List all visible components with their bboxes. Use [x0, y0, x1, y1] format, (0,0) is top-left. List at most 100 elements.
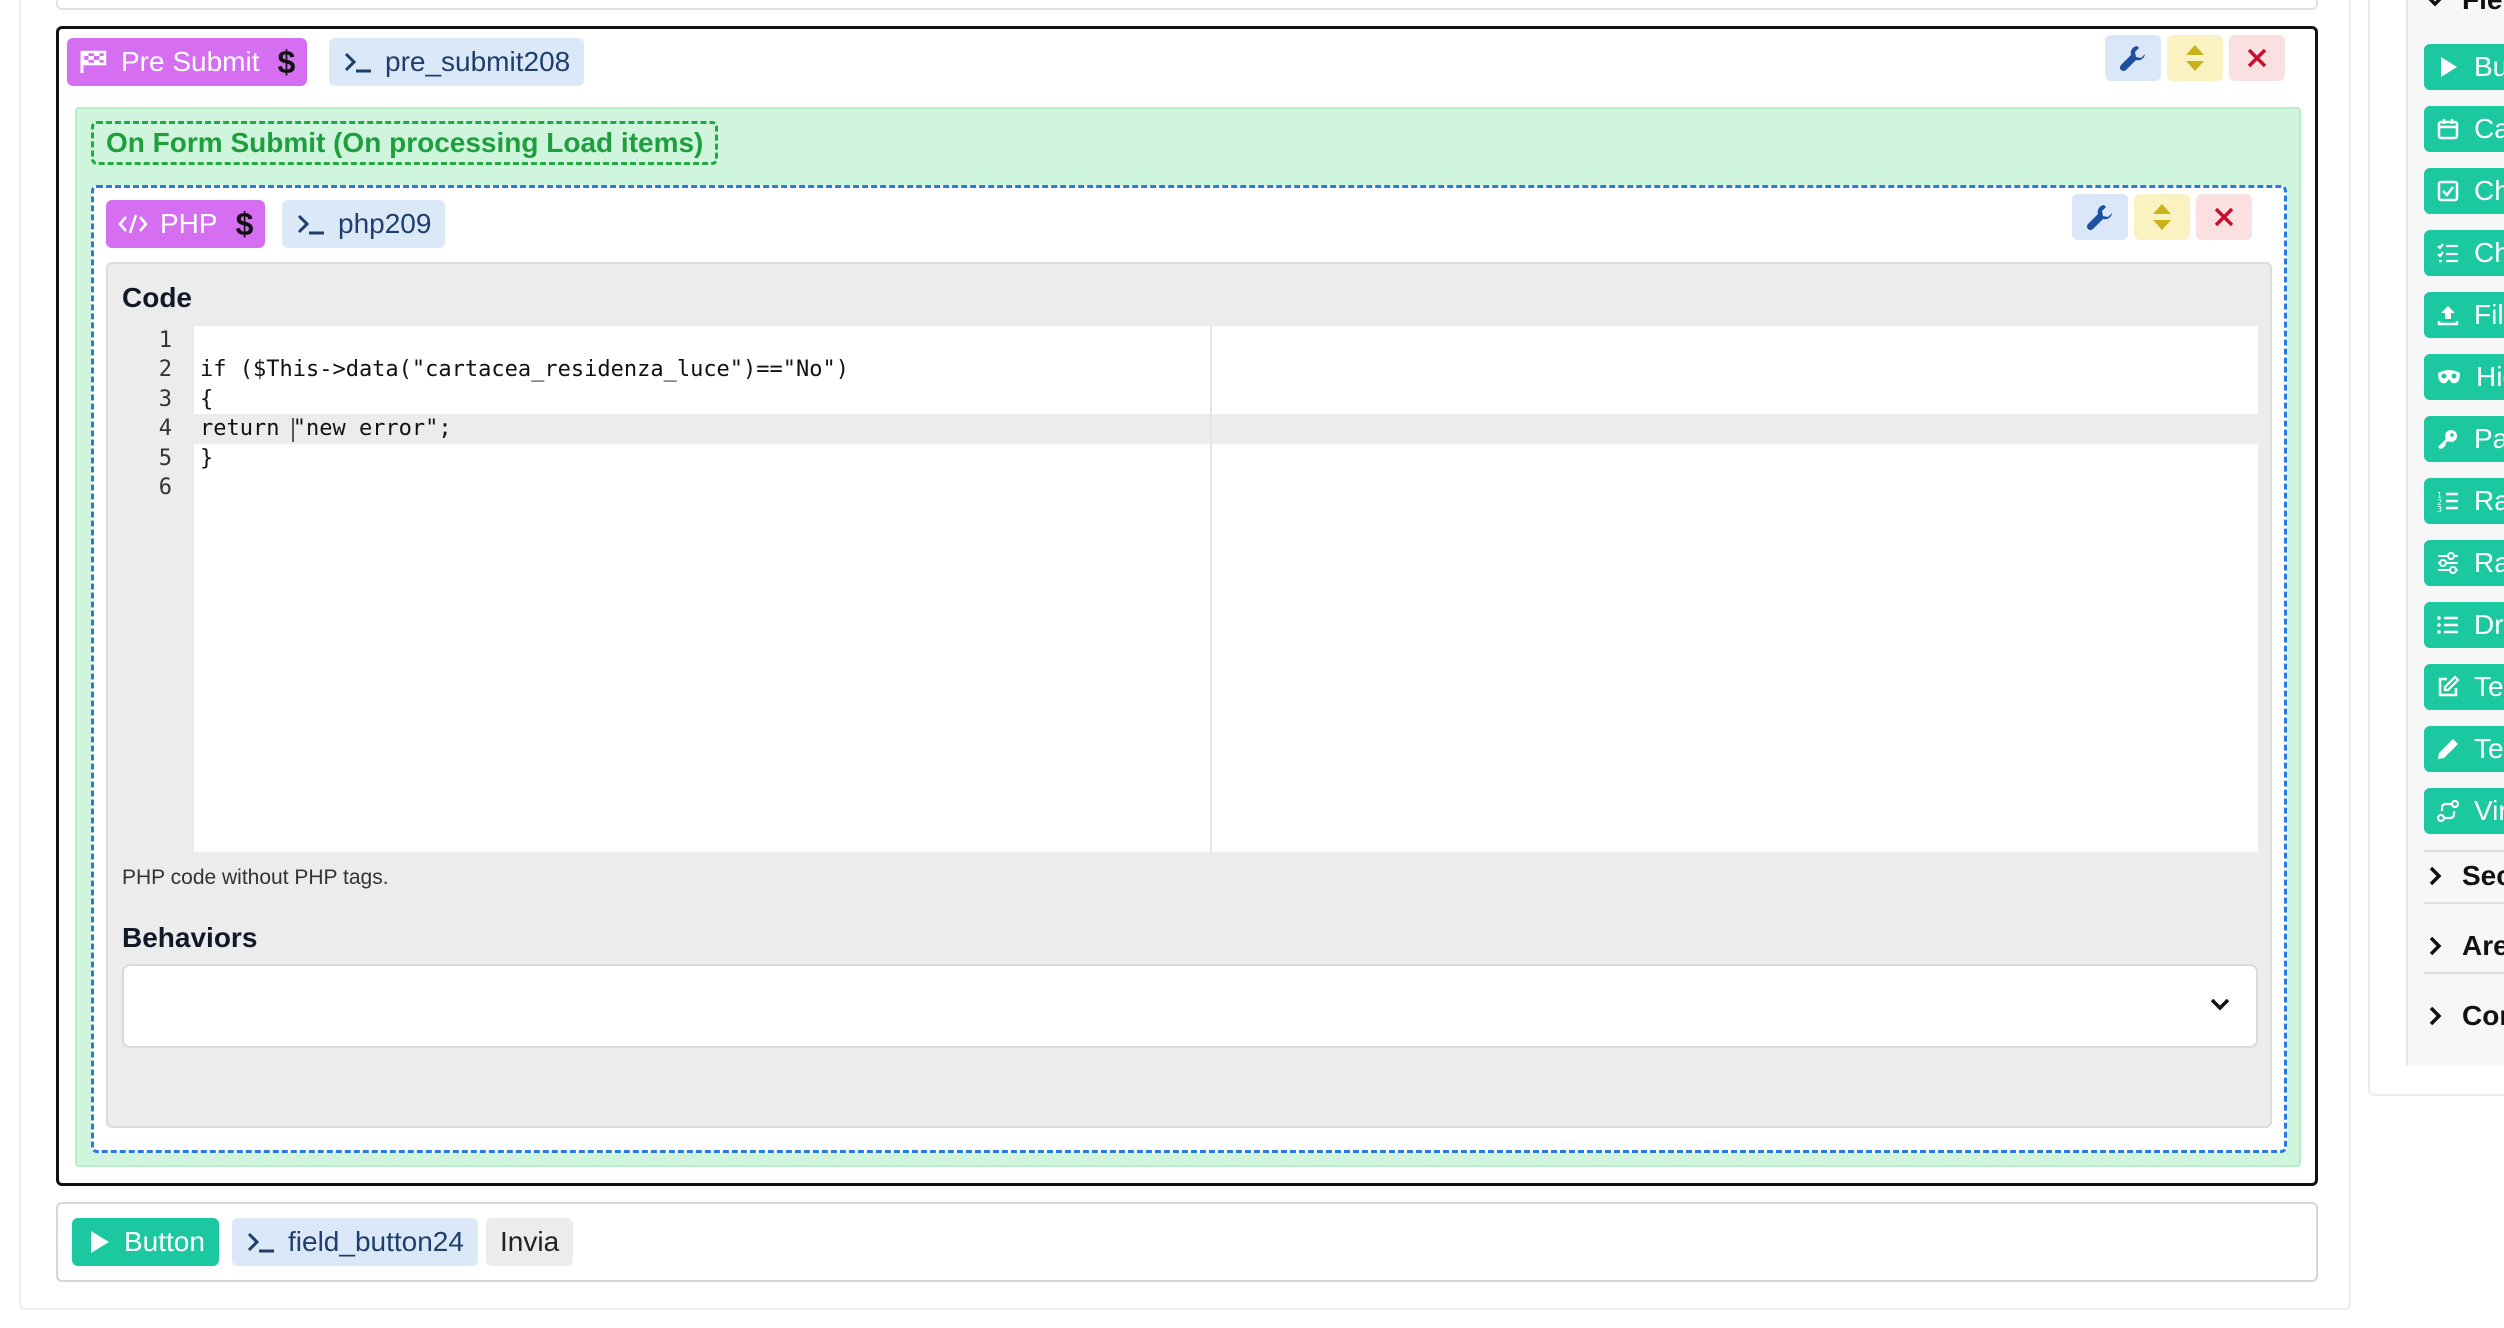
calendar-icon	[2437, 119, 2459, 140]
line-number: 1	[158, 328, 172, 353]
button-type-tag[interactable]: Button	[72, 1218, 219, 1266]
code-line: {	[200, 387, 214, 412]
palette-item-textarea[interactable]: Te	[2424, 664, 2504, 710]
palette-item-label: Te	[2474, 671, 2504, 702]
php-type-tag[interactable]: PHP $	[106, 200, 266, 248]
palette-item-hidden[interactable]: Hic	[2424, 354, 2504, 400]
editor-split-divider	[1210, 326, 1212, 852]
code-icon	[118, 214, 148, 234]
svg-text:3: 3	[2437, 505, 2442, 513]
checkbox-icon	[2437, 180, 2459, 202]
line-number: 3	[158, 387, 172, 412]
text-cursor	[292, 418, 294, 442]
palette-item-label: Ch	[2474, 237, 2504, 268]
button-id-tag[interactable]: field_button24	[232, 1218, 478, 1266]
move-php-button[interactable]	[2134, 194, 2190, 240]
upload-icon	[2437, 306, 2459, 326]
event-title: On Form Submit (On processing Load items…	[91, 121, 719, 165]
move-pre-submit-button[interactable]	[2167, 35, 2223, 81]
button-id-label: field_button24	[288, 1226, 464, 1257]
palette-item-label: Hic	[2476, 361, 2504, 392]
palette-item-range[interactable]: Ra	[2424, 540, 2504, 586]
pre-submit-type-tag[interactable]: Pre Submit $	[67, 38, 308, 86]
palette-item-dropdown[interactable]: Drc	[2424, 602, 2504, 648]
palette-item-label: Drc	[2474, 609, 2504, 640]
dollar-icon: $	[235, 205, 254, 242]
sections-header[interactable]: Sec	[2424, 856, 2504, 896]
palette-item-label: Ch	[2474, 175, 2504, 206]
containers-header[interactable]: Con	[2424, 996, 2504, 1036]
sort-icon	[2153, 204, 2171, 230]
areas-header[interactable]: Are	[2424, 926, 2504, 966]
section-header-label: Are	[2462, 930, 2504, 961]
palette-item-label: Vir	[2474, 795, 2504, 826]
field-palette-list: Fiel Bu Ca Ch Ch Fil Hic Pa	[2406, 0, 2504, 1066]
line-number: 5	[158, 446, 172, 471]
close-icon	[2247, 48, 2267, 68]
behaviors-select[interactable]	[122, 964, 2258, 1048]
pre-submit-id-label: pre_submit208	[385, 46, 571, 77]
palette-item-calendar[interactable]: Ca	[2424, 106, 2504, 152]
php-block[interactable]: PHP $ php209 Code 1 2 3 4 5 6 if ($This-…	[91, 185, 2287, 1153]
palette-item-label: Pa	[2474, 423, 2504, 454]
palette-item-label: Bu	[2474, 51, 2504, 82]
code-help-text: PHP code without PHP tags.	[122, 866, 389, 889]
section-header-label: Sec	[2462, 860, 2504, 891]
code-editor[interactable]: 1 2 3 4 5 6 if ($This->data("cartacea_re…	[122, 326, 2258, 852]
pre-submit-block[interactable]: Pre Submit $ pre_submit208 On Form Submi…	[56, 26, 2318, 1186]
terminal-icon	[344, 52, 371, 73]
php-id-tag[interactable]: php209	[282, 200, 446, 248]
sort-icon	[2186, 45, 2204, 71]
palette-item-label: Fil	[2474, 299, 2504, 330]
flag-checkered-icon	[80, 50, 107, 73]
play-icon	[91, 1231, 109, 1253]
chevron-right-icon	[2429, 1006, 2442, 1026]
button-type-label: Button	[124, 1226, 205, 1257]
chevron-down-icon	[2428, 0, 2442, 7]
mask-icon	[2438, 370, 2460, 384]
chevron-right-icon	[2429, 866, 2442, 886]
palette-item-text[interactable]: Te	[2424, 726, 2504, 772]
edit-icon	[2438, 675, 2460, 697]
button-text-label: Invia	[500, 1226, 560, 1257]
palette-item-checklist[interactable]: Ch	[2424, 230, 2504, 276]
section-header-label: Con	[2462, 1000, 2504, 1031]
palette-item-label: Ra	[2474, 547, 2504, 578]
fields-section-header[interactable]: Fiel	[2424, 0, 2504, 20]
play-icon	[2441, 57, 2457, 77]
pre-submit-type-label: Pre Submit	[121, 46, 260, 77]
pre-submit-id-tag[interactable]: pre_submit208	[329, 38, 585, 86]
line-number: 6	[158, 475, 172, 500]
code-line: return "new error";	[200, 416, 452, 441]
button-field-block[interactable]: Button field_button24 Invia	[56, 1202, 2318, 1282]
palette-item-label: Te	[2474, 733, 2504, 764]
delete-php-button[interactable]	[2196, 194, 2252, 240]
wrench-icon	[2086, 205, 2112, 231]
dollar-icon: $	[277, 43, 296, 80]
code-line: }	[200, 446, 214, 471]
delete-pre-submit-button[interactable]	[2229, 35, 2285, 81]
edit-php-button[interactable]	[2072, 194, 2128, 240]
php-settings-panel: Code 1 2 3 4 5 6 if ($This->data("cartac…	[106, 262, 2272, 1128]
line-number: 4	[158, 416, 172, 441]
checklist-icon	[2437, 243, 2458, 263]
palette-item-label: Ca	[2474, 113, 2504, 144]
sidebar-divider	[2424, 972, 2504, 974]
list-icon	[2437, 616, 2458, 634]
palette-item-virtual[interactable]: Vir	[2424, 788, 2504, 834]
edit-pre-submit-button[interactable]	[2105, 35, 2161, 81]
line-number: 2	[158, 357, 172, 382]
button-text-tag[interactable]: Invia	[486, 1218, 574, 1266]
palette-item-file[interactable]: Fil	[2424, 292, 2504, 338]
pencil-icon	[2438, 739, 2458, 759]
php-id-label: php209	[338, 208, 432, 239]
php-type-label: PHP	[160, 208, 218, 239]
wrench-icon	[2119, 46, 2145, 72]
palette-item-button[interactable]: Bu	[2424, 44, 2504, 90]
palette-item-checkbox[interactable]: Ch	[2424, 168, 2504, 214]
fields-header-label: Fiel	[2462, 0, 2504, 16]
palette-item-password[interactable]: Pa	[2424, 416, 2504, 462]
palette-item-radio[interactable]: 123 Ra	[2424, 478, 2504, 524]
chevron-right-icon	[2429, 936, 2442, 956]
previous-field-block[interactable]	[56, 0, 2318, 10]
